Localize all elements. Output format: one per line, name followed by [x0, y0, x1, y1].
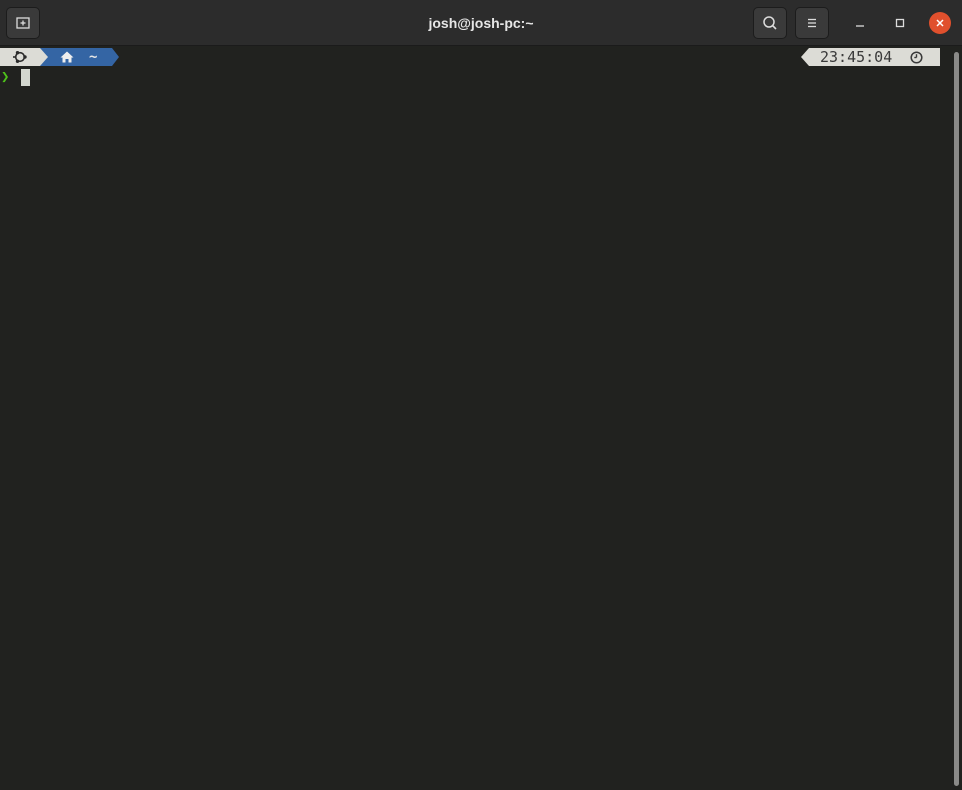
- minimize-button[interactable]: [849, 12, 871, 34]
- search-icon: [763, 16, 777, 30]
- header-bar: josh@josh-pc:~: [0, 0, 962, 46]
- prompt-separator-arrow: [40, 48, 48, 66]
- menu-button[interactable]: [795, 7, 829, 39]
- terminal-area[interactable]: ~ ❯ 23:45:04: [0, 46, 950, 790]
- hamburger-menu-icon: [808, 18, 816, 28]
- ubuntu-icon: [13, 51, 27, 63]
- search-button[interactable]: [753, 7, 787, 39]
- scrollbar[interactable]: [950, 46, 962, 790]
- close-icon: [936, 19, 944, 27]
- prompt-symbol: ❯: [1, 69, 10, 85]
- minimize-icon: [856, 25, 864, 27]
- home-icon: [60, 51, 74, 63]
- text-cursor: [21, 69, 30, 86]
- prompt-time: 23:45:04: [820, 48, 893, 66]
- clock-icon: [910, 51, 923, 64]
- new-tab-button[interactable]: [6, 7, 40, 39]
- new-tab-icon: [16, 17, 30, 29]
- scrollbar-thumb[interactable]: [954, 52, 959, 786]
- close-button[interactable]: [929, 12, 951, 34]
- terminal-window: josh@josh-pc:~ ~ ❯ 23:45:04: [0, 0, 962, 790]
- maximize-icon: [895, 18, 905, 28]
- prompt-time-arrow: [801, 48, 809, 66]
- prompt-dir-segment: [48, 48, 112, 66]
- maximize-button[interactable]: [889, 12, 911, 34]
- prompt-os-segment: [0, 48, 40, 66]
- prompt-directory: ~: [89, 49, 98, 65]
- prompt-dir-end-arrow: [112, 48, 119, 66]
